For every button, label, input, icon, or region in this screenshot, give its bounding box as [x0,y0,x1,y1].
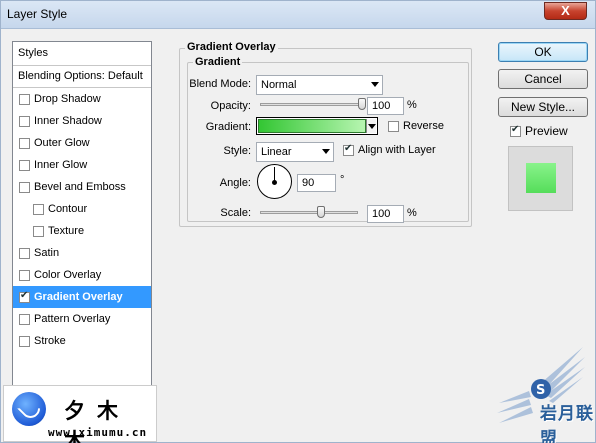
style-item-label: Bevel and Emboss [34,181,126,193]
blend-mode-select[interactable]: Normal [256,75,383,95]
style-item[interactable]: Inner Glow [13,154,151,176]
style-item-label: Inner Shadow [34,115,102,127]
styles-header[interactable]: Styles [13,42,151,66]
style-item[interactable]: Stroke [13,330,151,352]
reverse-checkbox-box[interactable] [388,120,399,132]
align-checkbox-box[interactable] [343,143,354,156]
style-item-label: Satin [34,247,60,259]
opacity-label: Opacity: [210,100,251,112]
style-label: Style: [223,145,251,157]
style-item-label: Stroke [34,335,66,347]
style-item-checkbox[interactable] [19,181,30,193]
scale-label: Scale: [220,207,251,219]
close-button[interactable]: X [544,2,587,20]
layer-style-dialog: Layer Style X Styles Blending Options: D… [0,0,596,443]
title-bar[interactable]: Layer Style X [1,1,595,29]
align-with-layer-checkbox[interactable]: Align with Layer [343,143,436,156]
gradient-label: Gradient: [205,121,251,133]
new-style-button[interactable]: New Style... [498,97,588,117]
style-item[interactable]: Gradient Overlay [13,286,151,308]
angle-dial[interactable] [257,164,292,199]
watermark-corner-text: 岩月联盟 [540,404,594,443]
angle-unit: ° [340,174,345,186]
opacity-slider-thumb[interactable] [358,98,366,110]
angle-dial-center [272,180,277,185]
blend-mode-label: Blend Mode: [189,78,251,90]
scale-slider[interactable] [260,211,358,214]
style-item-label: Gradient Overlay [34,291,123,303]
style-item-checkbox[interactable] [33,225,44,237]
chevron-down-icon [371,82,379,87]
svg-text:S: S [536,383,545,398]
watermark-logo: 夕木木 www.ximumu.cn [3,385,157,443]
gradient-overlay-title: Gradient Overlay [185,41,278,53]
preview-swatch [526,163,556,193]
gradient-preview[interactable] [258,119,366,133]
style-item[interactable]: Satin [13,242,151,264]
angle-label: Angle: [219,177,251,189]
style-item[interactable]: Drop Shadow [13,88,151,110]
gradient-picker[interactable] [256,117,378,135]
blend-mode-value: Normal [261,79,297,91]
style-item-label: Contour [48,203,88,215]
gradient-subgroup-title: Gradient [193,56,243,68]
style-item-label: Outer Glow [34,137,90,149]
style-item-label: Drop Shadow [34,93,101,105]
style-item-label: Texture [48,225,85,237]
style-item[interactable]: Contour [13,198,151,220]
style-items: Drop Shadow Inner Shadow Outer Glow Inner G… [13,88,151,352]
style-select[interactable]: Linear [256,142,334,162]
style-item-checkbox[interactable] [19,247,30,259]
scale-slider-thumb[interactable] [317,206,326,218]
style-item-checkbox[interactable] [19,290,30,303]
opacity-input[interactable]: 100 [367,97,404,115]
align-with-layer-label: Align with Layer [358,144,436,156]
style-item[interactable]: Outer Glow [13,132,151,154]
style-preview [508,146,573,211]
style-item[interactable]: Color Overlay [13,264,151,286]
style-item[interactable]: Pattern Overlay [13,308,151,330]
style-value: Linear [261,146,292,158]
chevron-down-icon[interactable] [366,119,376,133]
opacity-slider[interactable] [260,103,362,106]
style-item-checkbox[interactable] [19,269,30,281]
style-item-checkbox[interactable] [19,115,30,127]
style-item-checkbox[interactable] [19,137,30,149]
preview-label: Preview [525,124,568,138]
style-item-label: Color Overlay [34,269,102,281]
scale-input[interactable]: 100 [367,205,404,223]
blending-options-item[interactable]: Blending Options: Default [13,66,151,88]
style-item[interactable]: Inner Shadow [13,110,151,132]
preview-checkbox-box[interactable] [510,124,521,137]
style-item-label: Inner Glow [34,159,88,171]
window-title: Layer Style [7,7,68,21]
style-item-checkbox[interactable] [19,335,30,347]
style-item[interactable]: Bevel and Emboss [13,176,151,198]
logo-url: www.ximumu.cn [48,426,148,439]
reverse-label: Reverse [403,120,444,132]
style-item-checkbox[interactable] [19,93,30,105]
opacity-unit: % [407,99,417,111]
styles-list: Styles Blending Options: Default Drop Sh… [12,41,152,413]
style-item-checkbox[interactable] [19,313,30,325]
style-item-checkbox[interactable] [33,203,44,215]
cancel-button[interactable]: Cancel [498,69,588,89]
reverse-checkbox[interactable]: Reverse [388,120,444,132]
angle-input[interactable]: 90 [297,174,336,192]
style-item-checkbox[interactable] [19,159,30,171]
logo-icon [12,392,46,426]
scale-unit: % [407,207,417,219]
ok-button[interactable]: OK [498,42,588,62]
chevron-down-icon [322,149,330,154]
style-item[interactable]: Texture [13,220,151,242]
preview-checkbox[interactable]: Preview [510,124,568,138]
style-item-label: Pattern Overlay [34,313,111,325]
